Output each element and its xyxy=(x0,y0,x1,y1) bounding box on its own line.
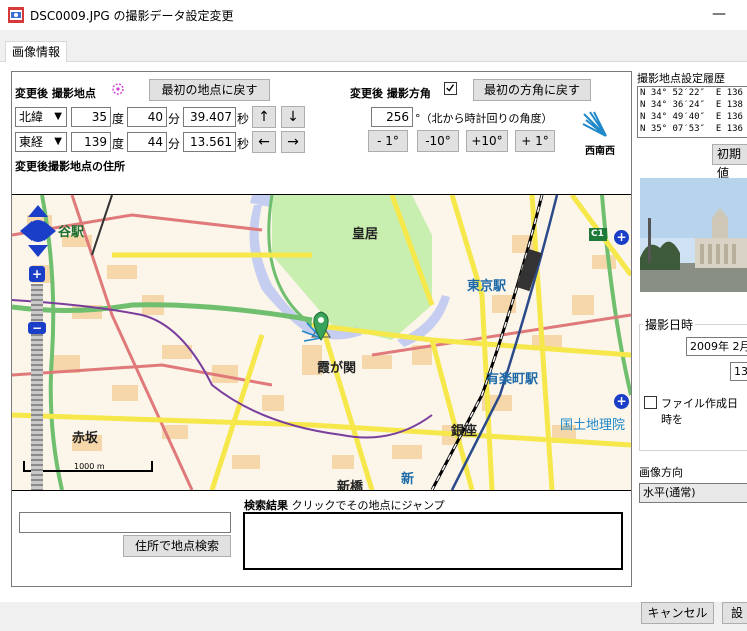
map-label-kasumigaseki: 霞が関 xyxy=(317,361,357,376)
date-group-label: 撮影日時 xyxy=(643,316,696,333)
angle-note: °（北から時計回りの角度） xyxy=(415,112,553,125)
history-list[interactable]: N 34° 52′22″ E 136 N 34° 36′24″ E 138 N 34… xyxy=(637,86,747,138)
map-view[interactable]: + − 谷駅 皇居 東京駅 霞が関 有楽町駅 赤坂 銀座 新橋 新 国土地理院 … xyxy=(12,195,631,490)
map-label-gsi: 国土地理院 xyxy=(560,418,626,433)
move-south-button[interactable]: ↓ xyxy=(281,106,305,128)
map-label-ginza: 銀座 xyxy=(451,424,478,439)
map-label-kokyo: 皇居 xyxy=(352,227,379,242)
plus-1-degree-button[interactable]: + 1° xyxy=(515,130,555,152)
plus-10-degree-button[interactable]: +10° xyxy=(466,130,508,152)
compass-label: 西南西 xyxy=(585,146,615,157)
target-marker-icon[interactable] xyxy=(109,81,127,97)
file-date-checkbox[interactable] xyxy=(644,396,657,409)
map-info-plus-icon[interactable]: + xyxy=(614,230,629,245)
latitude-minutes-input[interactable]: 40 xyxy=(127,107,167,127)
map-scale-label: 1000 m xyxy=(74,462,105,471)
history-item[interactable]: N 34° 49′40″ E 136 xyxy=(640,111,747,123)
search-results-list[interactable] xyxy=(243,512,623,570)
photo-thumbnail xyxy=(640,178,747,292)
move-east-button[interactable]: → xyxy=(281,131,305,153)
map-label-yurakucho: 有楽町駅 xyxy=(486,372,539,387)
longitude-hemisphere-value: 東経 xyxy=(19,135,44,149)
move-north-button[interactable]: ↑ xyxy=(252,106,276,128)
checkmark-icon xyxy=(446,84,455,92)
zoom-in-button[interactable]: + xyxy=(29,266,45,282)
pan-arrows-icon xyxy=(20,205,56,257)
direction-heading: 変更後 撮影方角 xyxy=(350,87,431,100)
map-label-shinbashi: 新橋 xyxy=(337,480,364,490)
longitude-seconds-input[interactable]: 13.561 xyxy=(183,132,236,152)
reset-direction-button[interactable]: 最初の方角に戻す xyxy=(473,79,591,101)
address-search-button[interactable]: 住所で地点検索 xyxy=(123,535,231,557)
map-info-plus-icon[interactable]: + xyxy=(614,394,629,409)
direction-checkbox[interactable] xyxy=(444,82,457,95)
history-item[interactable]: N 35° 07′53″ E 136 xyxy=(640,123,747,135)
latitude-seconds-input[interactable]: 39.407 xyxy=(183,107,236,127)
direction-angle-input[interactable]: 256 xyxy=(371,107,413,127)
address-heading: 変更後撮影地点の住所 xyxy=(15,160,125,173)
map-label-c1: C1 xyxy=(591,229,604,239)
latitude-hemisphere-value: 北緯 xyxy=(19,110,44,124)
pan-control[interactable] xyxy=(20,205,56,260)
chevron-down-icon: ▼ xyxy=(54,111,62,122)
address-search-input[interactable] xyxy=(19,512,231,533)
move-west-button[interactable]: ← xyxy=(252,131,276,153)
degree-unit-label: 度 xyxy=(112,112,125,126)
zoom-slider[interactable] xyxy=(31,284,43,490)
longitude-minutes-input[interactable]: 44 xyxy=(127,132,167,152)
footer-bar xyxy=(0,602,747,631)
search-results-title: 検索結果 xyxy=(244,499,288,512)
zoom-slider-handle[interactable]: − xyxy=(28,322,46,334)
longitude-degrees-input[interactable]: 139 xyxy=(71,132,111,152)
compass-direction-icon xyxy=(582,111,607,137)
search-results-heading: 検索結果 クリックでその地点にジャンプ xyxy=(244,497,445,513)
tab-image-info[interactable]: 画像情報 xyxy=(5,41,67,62)
map-label-tokyo-station: 東京駅 xyxy=(467,279,507,294)
orientation-heading: 画像方向 xyxy=(639,466,683,479)
file-date-label: ファイル作成日時を xyxy=(661,397,738,426)
map-bottom-border xyxy=(12,490,631,491)
map-label-shin: 新 xyxy=(401,472,415,487)
map-label-akasaka: 赤坂 xyxy=(72,431,99,446)
minute-unit-label: 分 xyxy=(168,112,181,126)
location-heading: 変更後 撮影地点 xyxy=(15,87,96,100)
history-heading: 撮影地点設定履歴 xyxy=(637,72,725,85)
second-unit-label: 秒 xyxy=(237,137,250,151)
search-results-hint: クリックでその地点にジャンプ xyxy=(291,499,445,512)
reset-location-button[interactable]: 最初の地点に戻す xyxy=(149,79,270,101)
map-canvas xyxy=(12,195,631,490)
degree-unit-label: 度 xyxy=(112,137,125,151)
history-item[interactable]: N 34° 36′24″ E 138 xyxy=(640,99,747,111)
history-item[interactable]: N 34° 52′22″ E 136 xyxy=(640,87,747,99)
tab-strip-border xyxy=(0,61,747,62)
minute-unit-label: 分 xyxy=(168,137,181,151)
time-picker[interactable]: 13: xyxy=(730,362,747,381)
latitude-hemisphere-select[interactable]: 北緯 ▼ xyxy=(15,107,67,127)
longitude-hemisphere-select[interactable]: 東経 ▼ xyxy=(15,132,67,152)
map-label-yotsuya: 谷駅 xyxy=(58,225,85,240)
latitude-degrees-input[interactable]: 35 xyxy=(71,107,111,127)
window-title: DSC0009.JPG の撮影データ設定変更 xyxy=(30,9,234,23)
app-icon xyxy=(8,7,24,23)
minus-10-degree-button[interactable]: -10° xyxy=(417,130,459,152)
minimize-button[interactable]: — xyxy=(712,6,742,24)
ok-button[interactable]: 設 xyxy=(722,602,747,624)
init-button[interactable]: 初期値 xyxy=(712,144,747,180)
chevron-down-icon: ▼ xyxy=(54,136,62,147)
cancel-button[interactable]: キャンセル xyxy=(641,602,714,624)
date-picker[interactable]: 2009年 2月 xyxy=(686,337,747,356)
second-unit-label: 秒 xyxy=(237,112,250,126)
orientation-select[interactable]: 水平(通常) xyxy=(639,483,747,503)
minus-1-degree-button[interactable]: - 1° xyxy=(368,130,408,152)
